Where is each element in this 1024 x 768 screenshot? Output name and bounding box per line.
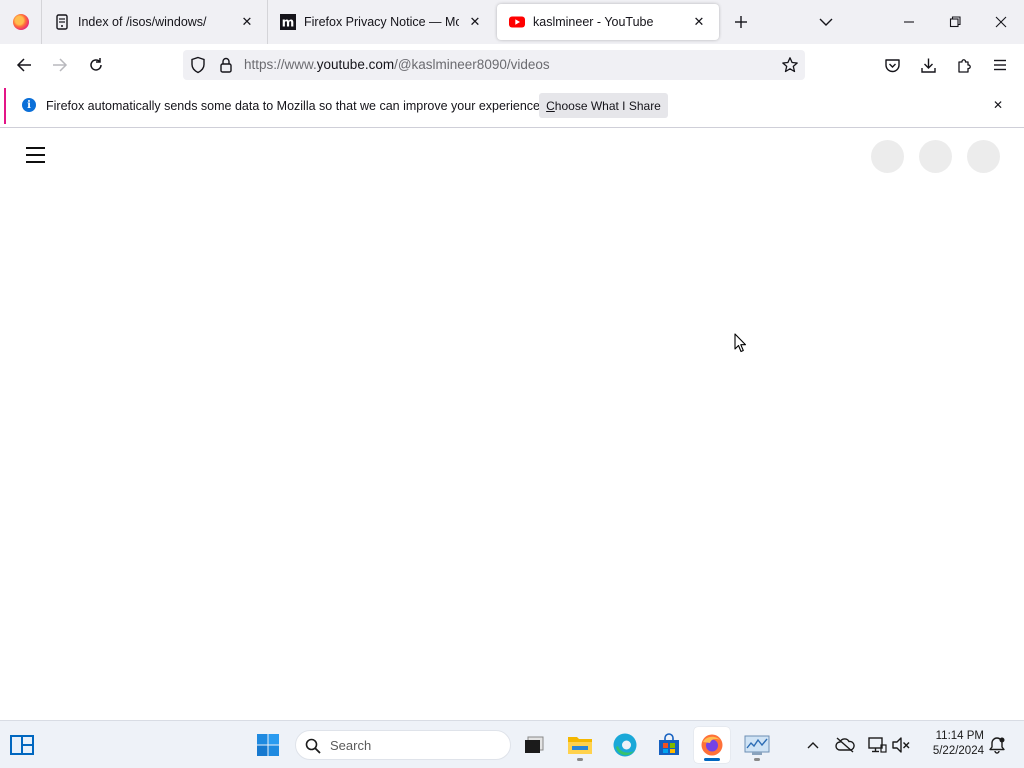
mouse-cursor-icon xyxy=(734,333,747,353)
close-tab-icon[interactable]: ✕ xyxy=(691,14,707,30)
restore-button[interactable] xyxy=(932,0,978,44)
monitor-chart-icon xyxy=(744,735,770,755)
list-all-tabs-button[interactable] xyxy=(812,0,840,44)
firefox-taskbar-button[interactable] xyxy=(694,727,730,763)
navigation-toolbar: https://www.youtube.com/@kaslmineer8090/… xyxy=(0,44,1024,86)
clock-time: 11:14 PM xyxy=(935,730,984,742)
firefox-view-button[interactable] xyxy=(0,0,42,44)
folder-icon xyxy=(568,737,592,754)
start-button[interactable] xyxy=(250,727,286,763)
forward-button[interactable] xyxy=(46,51,74,79)
chevron-up-icon xyxy=(807,742,819,749)
plus-icon xyxy=(735,16,747,28)
minimize-icon xyxy=(904,21,914,23)
search-icon xyxy=(305,738,321,754)
youtube-guide-menu-icon[interactable] xyxy=(26,147,46,163)
show-hidden-icons-button[interactable] xyxy=(802,734,824,756)
loading-placeholder-circle xyxy=(871,140,904,173)
active-indicator xyxy=(704,758,720,761)
url-text[interactable]: https://www.youtube.com/@kaslmineer8090/… xyxy=(244,57,550,72)
network-ethernet-icon xyxy=(868,737,887,753)
edge-browser-icon xyxy=(613,733,637,757)
close-tab-icon[interactable]: ✕ xyxy=(467,14,483,30)
store-bag-icon xyxy=(659,733,679,755)
close-icon xyxy=(995,16,1007,28)
reload-button[interactable] xyxy=(82,51,110,79)
taskbar: Search 11:14 PM 5/22/2024 xyxy=(0,720,1024,768)
file-explorer-button[interactable] xyxy=(562,727,598,763)
mozilla-m-icon: m xyxy=(280,14,296,30)
taskbar-clock[interactable]: 11:14 PM 5/22/2024 xyxy=(920,729,984,759)
task-view-button[interactable] xyxy=(516,727,552,763)
minimize-button[interactable] xyxy=(886,0,932,44)
running-indicator xyxy=(754,758,760,761)
resource-monitor-button[interactable] xyxy=(739,727,775,763)
forward-arrow-icon xyxy=(53,58,68,72)
tab-title: kaslmineer - YouTube xyxy=(533,15,654,29)
lock-icon[interactable] xyxy=(217,56,235,77)
new-tab-button[interactable] xyxy=(719,0,763,44)
onedrive-button[interactable] xyxy=(834,734,856,756)
chevron-down-icon xyxy=(819,18,833,26)
tab-title: Firefox Privacy Notice — Mozill xyxy=(304,15,459,29)
extensions-button[interactable] xyxy=(950,51,978,79)
tab-strip: Index of /isos/windows/ ✕ m Firefox Priv… xyxy=(0,0,1024,44)
svg-text:m: m xyxy=(282,16,295,30)
taskbar-search-box[interactable]: Search xyxy=(295,730,511,760)
puzzle-piece-icon xyxy=(957,58,971,73)
edge-button[interactable] xyxy=(607,727,643,763)
url-path: /@kaslmineer8090/videos xyxy=(394,57,550,72)
close-window-button[interactable] xyxy=(978,0,1024,44)
volume-button[interactable] xyxy=(890,734,912,756)
youtube-icon xyxy=(509,14,525,30)
loading-placeholder-circle xyxy=(967,140,1000,173)
button-accelerator: C xyxy=(546,98,555,113)
app-menu-button[interactable] xyxy=(986,51,1014,79)
clock-date: 5/22/2024 xyxy=(932,745,984,757)
widgets-button[interactable] xyxy=(4,727,40,763)
network-button[interactable] xyxy=(866,734,888,756)
pocket-icon xyxy=(884,58,900,72)
notifications-button[interactable] xyxy=(986,734,1008,756)
bookmark-star-icon[interactable] xyxy=(779,54,801,76)
speaker-muted-icon xyxy=(892,737,910,753)
tab-youtube-active[interactable]: kaslmineer - YouTube ✕ xyxy=(497,4,719,40)
widgets-icon xyxy=(10,735,34,755)
firefox-icon xyxy=(701,734,723,756)
url-prefix: https://www. xyxy=(244,57,317,72)
tab-privacy-notice[interactable]: m Firefox Privacy Notice — Mozill ✕ xyxy=(267,0,495,44)
tab-index-isos[interactable]: Index of /isos/windows/ ✕ xyxy=(42,0,267,44)
back-button[interactable] xyxy=(10,51,38,79)
cloud-offline-icon xyxy=(835,737,855,753)
hamburger-menu-icon xyxy=(994,59,1006,71)
loading-placeholder-circle xyxy=(919,140,952,173)
url-host: youtube.com xyxy=(316,57,395,72)
info-icon: i xyxy=(22,98,36,112)
button-label-rest: hoose What I Share xyxy=(554,98,661,113)
data-collection-notification: i Firefox automatically sends some data … xyxy=(4,88,1022,124)
bell-icon xyxy=(989,737,1005,754)
page-content xyxy=(0,128,1024,720)
address-bar[interactable]: https://www.youtube.com/@kaslmineer8090/… xyxy=(183,50,805,80)
notification-message: Firefox automatically sends some data to… xyxy=(46,99,544,113)
pocket-button[interactable] xyxy=(878,51,906,79)
server-icon xyxy=(54,14,70,30)
tab-title: Index of /isos/windows/ xyxy=(78,15,207,29)
reload-icon xyxy=(90,58,102,71)
download-icon xyxy=(920,58,936,73)
tracking-protection-shield-icon[interactable] xyxy=(189,56,207,77)
downloads-button[interactable] xyxy=(914,51,942,79)
close-notification-icon[interactable]: ✕ xyxy=(990,97,1006,113)
running-indicator xyxy=(577,758,583,761)
windows-logo-icon xyxy=(257,734,279,756)
search-placeholder: Search xyxy=(330,738,372,753)
microsoft-store-button[interactable] xyxy=(651,727,687,763)
restore-icon xyxy=(949,16,961,28)
task-view-icon xyxy=(525,736,544,753)
firefox-logo-icon xyxy=(12,14,29,30)
close-tab-icon[interactable]: ✕ xyxy=(239,14,255,30)
back-arrow-icon xyxy=(16,58,31,72)
choose-what-i-share-button[interactable]: Choose What I Share xyxy=(539,93,668,118)
